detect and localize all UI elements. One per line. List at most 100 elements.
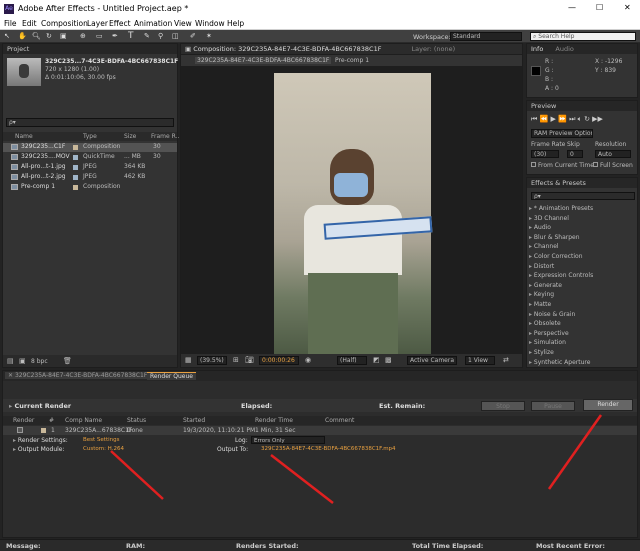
resolution-select[interactable]: (Half) xyxy=(337,356,367,365)
effects-category[interactable]: ▸ Keying xyxy=(529,291,635,299)
project-search-input[interactable]: ρ▾ xyxy=(6,118,174,127)
grid-icon[interactable]: ⊞ xyxy=(233,356,239,364)
snapshot-show-icon[interactable]: ◉ xyxy=(305,356,311,364)
label-color[interactable] xyxy=(73,145,78,150)
loop-icon[interactable]: ↻ xyxy=(584,115,590,123)
project-tab[interactable]: Project ≡ xyxy=(3,44,177,54)
text-tool-icon[interactable]: T xyxy=(128,31,134,41)
hand-tool-icon[interactable]: ✋ xyxy=(18,32,27,40)
fast-preview-icon[interactable]: ⇄ xyxy=(503,356,509,364)
effects-tab[interactable]: Effects & Presets xyxy=(527,178,637,188)
audio-icon[interactable]: 🔈︎ xyxy=(578,115,582,123)
brush-tool-icon[interactable]: ✎ xyxy=(144,32,150,40)
comp-viewer-frame[interactable] xyxy=(274,73,433,354)
effects-category[interactable]: ▸ Simulation xyxy=(529,339,635,347)
col-name[interactable]: Name xyxy=(15,133,33,140)
menu-composition[interactable]: Composition xyxy=(41,19,88,28)
col-frame-rate[interactable]: Frame R... xyxy=(151,133,181,140)
puppet-tool-icon[interactable]: ✶ xyxy=(206,32,212,40)
from-current-time-checkbox[interactable]: From Current Time xyxy=(531,162,594,170)
search-help-input[interactable]: ⌕ Search Help xyxy=(530,32,636,41)
effects-category[interactable]: ▸ Perspective xyxy=(529,330,635,338)
effects-category[interactable]: ▸ Channel xyxy=(529,243,635,251)
full-screen-checkbox[interactable]: Full Screen xyxy=(593,162,633,170)
menu-file[interactable]: File xyxy=(4,19,17,28)
layer-tab[interactable]: Layer: (none) xyxy=(412,45,456,53)
menu-edit[interactable]: Edit xyxy=(22,19,37,28)
comp-subtab-precomp[interactable]: Pre-comp 1 xyxy=(335,57,369,64)
menu-window[interactable]: Window xyxy=(195,19,225,28)
project-item-row[interactable]: 329C235....MOV QuickTime ... MB 30 xyxy=(3,153,177,162)
col-type[interactable]: Type xyxy=(83,133,97,140)
first-frame-icon[interactable]: ⏮ xyxy=(531,115,537,123)
effects-category[interactable]: ▸ 3D Channel xyxy=(529,215,635,223)
effects-category[interactable]: ▸ Obsolete xyxy=(529,320,635,328)
label-color[interactable] xyxy=(73,185,78,190)
label-color[interactable] xyxy=(73,155,78,160)
interpret-footage-icon[interactable]: ▤ xyxy=(7,357,14,365)
composition-tab[interactable]: Composition: 329C235A-84E7-4C3E-BDFA-4BC… xyxy=(193,45,381,53)
selection-tool-icon[interactable]: ↖ xyxy=(4,32,10,40)
snapshot-icon[interactable]: 📷︎ xyxy=(245,356,254,364)
effects-category[interactable]: ▸ Audio xyxy=(529,224,635,232)
camera-tool-icon[interactable]: ▣ xyxy=(60,32,67,40)
play-icon[interactable]: ▶ xyxy=(551,115,556,123)
project-item-row[interactable]: Pre-comp 1 Composition xyxy=(3,183,177,192)
trash-icon[interactable]: 🗑︎ xyxy=(63,357,72,365)
label-color[interactable] xyxy=(73,175,78,180)
ram-preview-options[interactable]: RAM Preview Options xyxy=(531,129,593,138)
workspace-select[interactable]: Standard xyxy=(450,32,522,41)
eraser-tool-icon[interactable]: ◫ xyxy=(172,32,179,40)
camera-select[interactable]: Active Camera xyxy=(407,356,457,365)
effects-category[interactable]: ▸ Matte xyxy=(529,301,635,309)
menu-help[interactable]: Help xyxy=(227,19,244,28)
col-size[interactable]: Size xyxy=(124,133,136,140)
effects-category[interactable]: ▸ Noise & Grain xyxy=(529,311,635,319)
zoom-tool-icon[interactable]: 🔍︎ xyxy=(32,32,41,40)
project-item-row[interactable]: All-pro...t-2.jpg JPEG 462 KB xyxy=(3,173,177,182)
lock-icon[interactable]: ▣ xyxy=(185,45,191,53)
resolution-select[interactable]: Auto xyxy=(595,150,631,158)
effects-category[interactable]: ▸ Expression Controls xyxy=(529,272,635,280)
label-color[interactable] xyxy=(73,165,78,170)
menu-layer[interactable]: Layer xyxy=(87,19,108,28)
effects-category[interactable]: ▸ * Animation Presets xyxy=(529,205,635,213)
prev-frame-icon[interactable]: ⏪ xyxy=(540,115,549,123)
preview-tab[interactable]: Preview xyxy=(527,101,637,111)
current-time[interactable]: 0:00:00:26 xyxy=(259,356,299,365)
audio-tab[interactable]: Audio xyxy=(555,45,573,53)
bpc-button[interactable]: 8 bpc xyxy=(31,358,48,365)
new-folder-icon[interactable]: ▣ xyxy=(19,357,26,365)
effects-category[interactable]: ▸ Color Correction xyxy=(529,253,635,261)
effects-category[interactable]: ▸ Distort xyxy=(529,263,635,271)
clone-tool-icon[interactable]: ⚲ xyxy=(158,32,163,40)
menu-view[interactable]: View xyxy=(174,19,192,28)
pen-tool-icon[interactable]: ✒ xyxy=(112,32,118,40)
effects-category[interactable]: ▸ Generate xyxy=(529,282,635,290)
pan-behind-tool-icon[interactable]: ⊕ xyxy=(80,32,86,40)
effects-search-input[interactable]: ρ▾ xyxy=(531,192,635,200)
magnification-icon[interactable]: ▦ xyxy=(185,356,192,364)
project-item-row[interactable]: 329C235...C1F Composition 30 xyxy=(3,143,177,152)
magnification-select[interactable]: (39.5%) xyxy=(197,356,227,365)
transparency-grid-icon[interactable]: ▩ xyxy=(385,356,392,364)
last-frame-icon[interactable]: ⏭ xyxy=(569,115,575,123)
effects-category[interactable]: ▸ Synthetic Aperture xyxy=(529,359,635,367)
effects-category[interactable]: ▸ Stylize xyxy=(529,349,635,357)
close-button[interactable]: ✕ xyxy=(624,3,631,12)
ram-preview-icon[interactable]: ▶▶ xyxy=(592,115,603,123)
mask-tool-icon[interactable]: ▭ xyxy=(96,32,103,40)
maximize-button[interactable]: ☐ xyxy=(596,3,603,12)
comp-subtab-main[interactable]: 329C235A-84E7-4C3E-BDFA-4BC667838C1F xyxy=(195,57,332,64)
minimize-button[interactable]: — xyxy=(568,3,576,12)
rotate-tool-icon[interactable]: ↻ xyxy=(46,32,52,40)
project-item-row[interactable]: All-pro...t-1.jpg JPEG 364 KB xyxy=(3,163,177,172)
info-tab[interactable]: Info xyxy=(531,45,543,53)
menu-animation[interactable]: Animation xyxy=(134,19,172,28)
region-icon[interactable]: ◩ xyxy=(373,356,380,364)
effects-category[interactable]: ▸ Blur & Sharpen xyxy=(529,234,635,242)
next-frame-icon[interactable]: ⏩ xyxy=(558,115,567,123)
skip-select[interactable]: 0 xyxy=(567,150,583,158)
view-layout-select[interactable]: 1 View xyxy=(465,356,495,365)
menu-effect[interactable]: Effect xyxy=(109,19,131,28)
